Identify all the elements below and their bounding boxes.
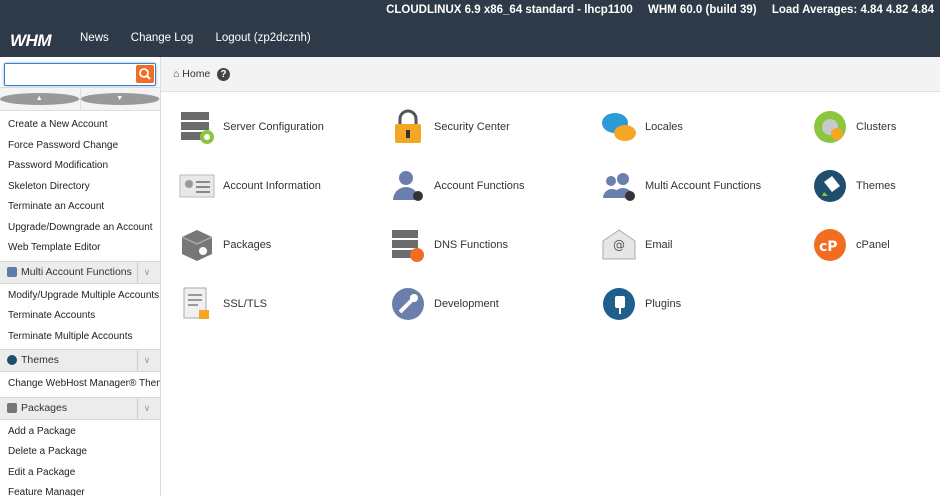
section-label: Themes: [21, 354, 59, 366]
search-box: [4, 63, 156, 86]
sidebar-item-skeleton-directory[interactable]: Skeleton Directory: [0, 177, 160, 198]
search-icon: [139, 68, 151, 80]
scroll-up-button[interactable]: ▲: [0, 88, 81, 110]
sidebar: ▲ ▼ Create a New Account Force Password …: [0, 57, 161, 496]
tile-cpanel[interactable]: cP cPanel: [812, 227, 890, 263]
tile-label: SSL/TLS: [223, 298, 268, 310]
sidebar-item-modify-multiple[interactable]: Modify/Upgrade Multiple Accounts: [0, 286, 160, 307]
section-label: Multi Account Functions: [21, 265, 132, 278]
sidebar-section-packages[interactable]: Packages ∨: [0, 396, 160, 420]
tile-label: Email: [645, 239, 673, 251]
tile-server-configuration[interactable]: Server Configuration: [179, 109, 324, 145]
whm-logo[interactable]: WHM: [10, 31, 51, 51]
user-gear-icon: [390, 168, 426, 204]
logout-link[interactable]: Logout (zp2dcznh): [215, 32, 310, 44]
cpanel-icon: cP: [812, 227, 848, 263]
search-button[interactable]: [136, 65, 154, 83]
tile-label: Multi Account Functions: [645, 180, 762, 192]
themes-icon: [7, 355, 17, 366]
chevron-up-icon: ▲: [0, 93, 80, 105]
tile-plugins[interactable]: Plugins: [601, 286, 681, 322]
top-nav: News Change Log Logout (zp2dcznh): [80, 32, 311, 44]
tile-label: Themes: [856, 180, 896, 192]
tile-clusters[interactable]: Clusters: [812, 109, 896, 145]
sidebar-item-upgrade-downgrade[interactable]: Upgrade/Downgrade an Account: [0, 218, 160, 239]
tile-label: Server Configuration: [223, 121, 324, 133]
tile-dns-functions[interactable]: DNS Functions: [390, 227, 508, 263]
certificate-lock-icon: [179, 286, 215, 322]
tile-label: cPanel: [856, 239, 890, 251]
tile-themes[interactable]: Themes: [812, 168, 896, 204]
chevron-down-icon: ▼: [80, 93, 160, 105]
change-log-link[interactable]: Change Log: [131, 32, 194, 44]
locales-bubble-icon: [601, 109, 637, 145]
breadcrumb-home[interactable]: ⌂ Home: [173, 68, 210, 80]
dns-server-icon: [390, 227, 426, 263]
home-label: Home: [182, 68, 211, 80]
users-icon: [7, 266, 17, 277]
sidebar-item-edit-package[interactable]: Edit a Package: [0, 463, 160, 484]
section-label: Packages: [21, 401, 68, 414]
tile-account-information[interactable]: Account Information: [179, 168, 321, 204]
system-label: CLOUDLINUX 6.9 x86_64 standard - lhcp110…: [386, 4, 633, 16]
clusters-icon: [812, 109, 848, 145]
tile-label: Account Information: [223, 180, 321, 192]
tile-development[interactable]: Development: [390, 286, 499, 322]
padlock-icon: [390, 109, 426, 145]
sidebar-item-change-theme[interactable]: Change WebHost Manager® Theme: [0, 374, 160, 395]
svg-text:@: @: [613, 238, 625, 252]
system-info: CLOUDLINUX 6.9 x86_64 standard - lhcp110…: [374, 4, 934, 16]
collapse-chevron-icon[interactable]: ∨: [137, 350, 156, 371]
collapse-chevron-icon[interactable]: ∨: [137, 397, 156, 419]
sidebar-item-web-template-editor[interactable]: Web Template Editor: [0, 238, 160, 259]
box-icon: [7, 402, 17, 413]
help-icon[interactable]: ?: [217, 68, 230, 81]
tile-label: Clusters: [856, 121, 897, 133]
tile-email[interactable]: @ Email: [601, 227, 673, 263]
tile-ssl-tls[interactable]: SSL/TLS: [179, 286, 267, 322]
tile-packages[interactable]: Packages: [179, 227, 271, 263]
svg-text:cP: cP: [819, 239, 838, 255]
sidebar-item-terminate-account[interactable]: Terminate an Account: [0, 197, 160, 218]
tile-security-center[interactable]: Security Center: [390, 109, 510, 145]
tile-label: DNS Functions: [434, 239, 508, 251]
sidebar-item-terminate-multiple[interactable]: Terminate Multiple Accounts: [0, 327, 160, 348]
tile-multi-account-functions[interactable]: Multi Account Functions: [601, 168, 761, 204]
tile-label: Security Center: [434, 121, 510, 133]
tile-label: Account Functions: [434, 180, 525, 192]
top-bar: CLOUDLINUX 6.9 x86_64 standard - lhcp110…: [0, 0, 940, 57]
search-input[interactable]: [8, 66, 132, 84]
tile-account-functions[interactable]: Account Functions: [390, 168, 525, 204]
tile-locales[interactable]: Locales: [601, 109, 683, 145]
tile-label: Development: [434, 298, 499, 310]
sidebar-scroll-controls: ▲ ▼: [0, 87, 160, 111]
sidebar-section-multi-account[interactable]: Multi Account Functions ∨: [0, 260, 160, 284]
tile-label: Locales: [645, 121, 683, 133]
sidebar-item-password-modification[interactable]: Password Modification: [0, 156, 160, 177]
scroll-down-button[interactable]: ▼: [80, 88, 160, 110]
sidebar-item-force-password[interactable]: Force Password Change: [0, 136, 160, 157]
sidebar-item-create-account[interactable]: Create a New Account: [0, 115, 160, 136]
tile-label: Plugins: [645, 298, 682, 310]
id-card-icon: [179, 168, 215, 204]
load-averages: Load Averages: 4.84 4.82 4.84: [771, 4, 934, 16]
paint-bucket-icon: [812, 168, 848, 204]
sidebar-item-add-package[interactable]: Add a Package: [0, 422, 160, 443]
breadcrumb: ⌂ Home ?: [161, 57, 940, 92]
version-label: WHM 60.0 (build 39): [648, 4, 757, 16]
envelope-icon: @: [601, 227, 637, 263]
wrench-icon: [390, 286, 426, 322]
news-link[interactable]: News: [80, 32, 109, 44]
sidebar-item-delete-package[interactable]: Delete a Package: [0, 442, 160, 463]
tile-label: Packages: [223, 239, 272, 251]
sidebar-item-feature-manager[interactable]: Feature Manager: [0, 483, 160, 496]
server-gear-icon: [179, 109, 215, 145]
plug-icon: [601, 286, 637, 322]
sidebar-section-themes[interactable]: Themes ∨: [0, 349, 160, 372]
sidebar-nav: Create a New Account Force Password Chan…: [0, 115, 160, 496]
collapse-chevron-icon[interactable]: ∨: [137, 261, 156, 283]
users-gear-icon: [601, 168, 637, 204]
sidebar-item-terminate-accounts[interactable]: Terminate Accounts: [0, 306, 160, 327]
box-gear-icon: [179, 227, 215, 263]
